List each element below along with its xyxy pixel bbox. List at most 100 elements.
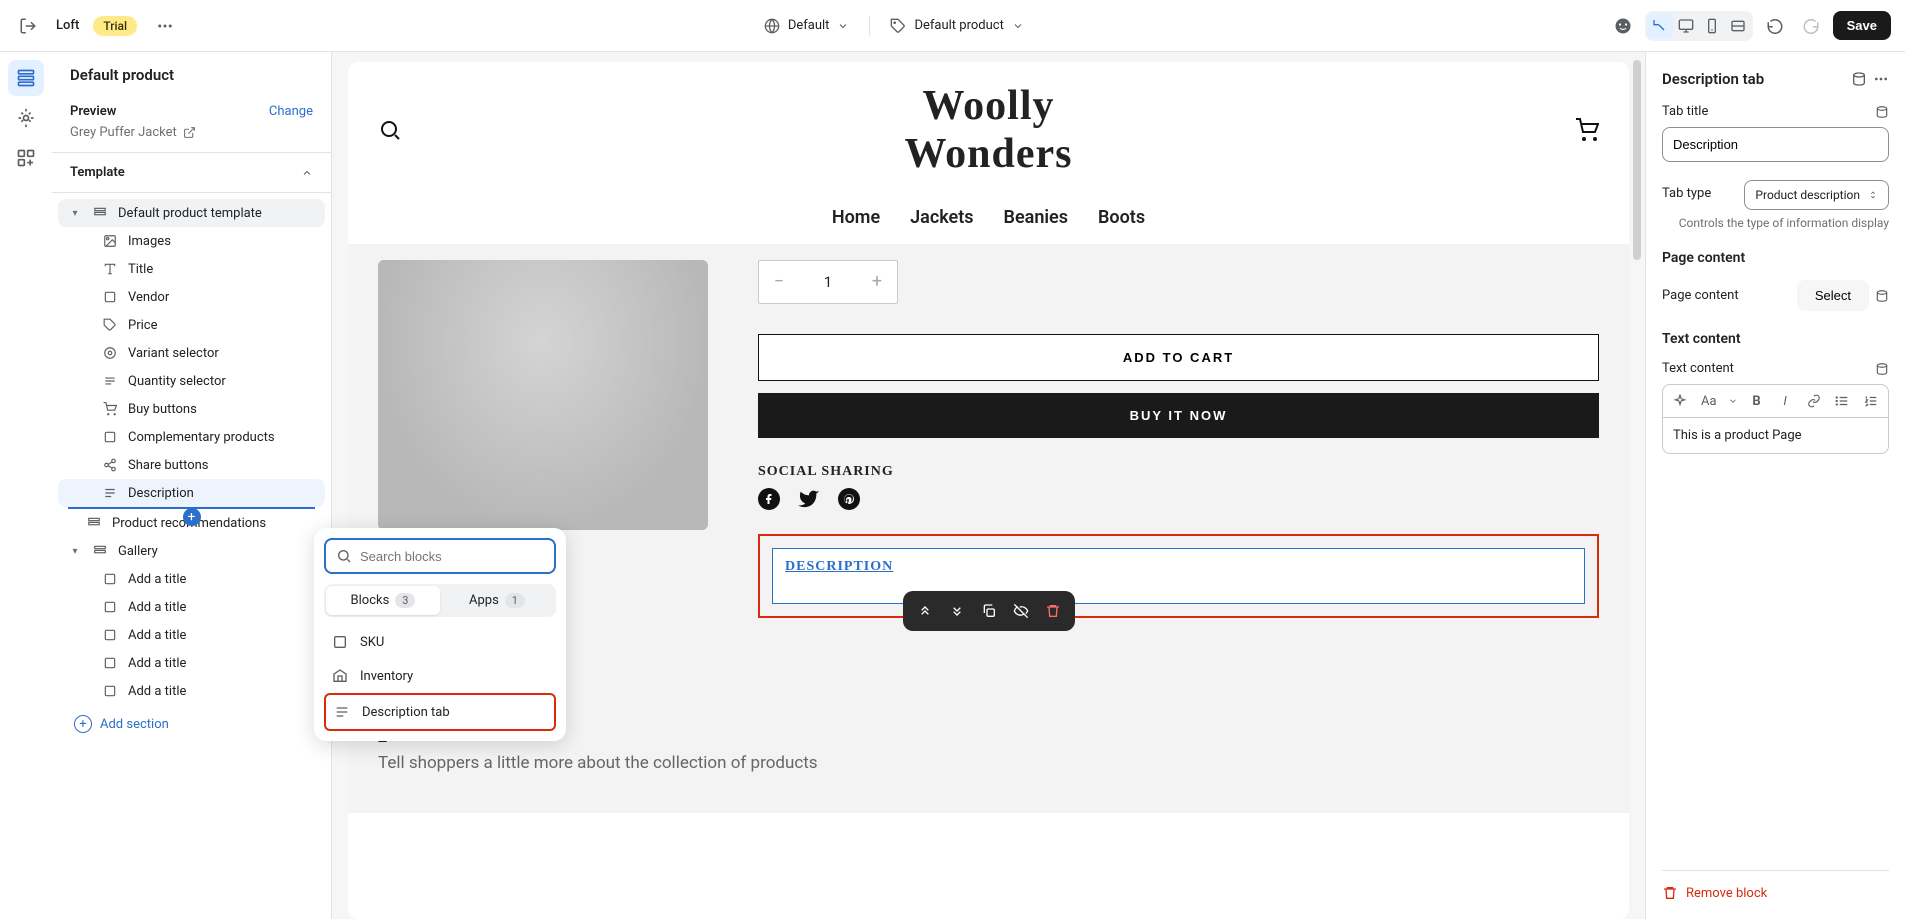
pinterest-icon[interactable] <box>838 488 860 510</box>
nav-jackets[interactable]: Jackets <box>910 207 973 228</box>
section-tree: ▾ Default product template Images Title … <box>52 193 331 919</box>
qty-plus[interactable]: + <box>857 271 897 292</box>
connect-icon[interactable] <box>1875 362 1889 376</box>
support-icon[interactable] <box>1609 12 1637 40</box>
tree-item-share[interactable]: Share buttons <box>58 451 325 479</box>
hide-icon[interactable] <box>1007 597 1035 625</box>
connect-icon[interactable] <box>1875 289 1889 303</box>
add-section-button[interactable]: + Add section <box>58 705 325 743</box>
tree-item-description[interactable]: Description <box>58 479 325 507</box>
popup-item-inventory[interactable]: Inventory <box>324 659 556 693</box>
nav-boots[interactable]: Boots <box>1098 207 1145 228</box>
tree-gallery-item[interactable]: Add a title <box>58 593 325 621</box>
more-button[interactable] <box>151 12 179 40</box>
tree-item-vendor[interactable]: Vendor <box>58 283 325 311</box>
tree-gallery-item[interactable]: Add a title <box>58 565 325 593</box>
remove-block-button[interactable]: Remove block <box>1662 885 1889 901</box>
change-preview-link[interactable]: Change <box>269 104 313 119</box>
preview-item[interactable]: Grey Puffer Jacket <box>70 125 313 140</box>
desktop-icon[interactable] <box>1673 13 1699 39</box>
right-panel: Description tab Tab title Tab type Produ… <box>1645 52 1905 919</box>
tree-item-buy[interactable]: Buy buttons <box>58 395 325 423</box>
move-down-icon[interactable] <box>943 597 971 625</box>
main-layout: Default product Preview Change Grey Puff… <box>0 52 1905 919</box>
topbar: Loft Trial Default Default product <box>0 0 1905 52</box>
tab-title-input[interactable] <box>1662 127 1889 162</box>
add-block-button[interactable]: + <box>183 508 201 526</box>
inventory-icon <box>332 668 348 684</box>
buy-icon <box>102 401 118 417</box>
tree-gallery-item[interactable]: Add a title <box>58 649 325 677</box>
connect-icon[interactable] <box>1851 71 1867 87</box>
duplicate-icon[interactable] <box>975 597 1003 625</box>
settings-tab-icon[interactable] <box>8 100 44 136</box>
rte-body[interactable]: This is a product Page <box>1662 418 1889 454</box>
buy-now-button[interactable]: BUY IT NOW <box>758 393 1599 438</box>
tree-gallery-item[interactable]: Add a title <box>58 621 325 649</box>
tree-gallery[interactable]: ▾Gallery <box>58 537 325 565</box>
cart-icon[interactable] <box>1575 118 1599 142</box>
sidebar: Default product Preview Change Grey Puff… <box>52 52 332 919</box>
tab-type-select[interactable]: Product description <box>1744 180 1889 210</box>
theme-name: Loft <box>56 18 79 33</box>
tree-item-variant[interactable]: Variant selector <box>58 339 325 367</box>
product-image <box>378 260 708 530</box>
template-header[interactable]: Template <box>52 153 331 193</box>
preview-section: Preview Change Grey Puffer Jacket <box>52 94 331 153</box>
delete-icon[interactable] <box>1039 597 1067 625</box>
qty-minus[interactable]: − <box>759 271 799 292</box>
italic-icon[interactable]: I <box>1774 389 1797 413</box>
connect-icon[interactable] <box>1875 105 1889 119</box>
tree-item-title[interactable]: Title <box>58 255 325 283</box>
description-box[interactable]: DESCRIPTION <box>772 548 1585 604</box>
select-page-button[interactable]: Select <box>1797 280 1869 311</box>
tree-item-complementary[interactable]: Complementary products <box>58 423 325 451</box>
mobile-icon[interactable] <box>1699 13 1725 39</box>
store-title: Woolly Wonders <box>904 82 1072 179</box>
number-list-icon[interactable] <box>1859 389 1882 413</box>
tab-apps[interactable]: Apps 1 <box>440 586 554 615</box>
panel-more-icon[interactable] <box>1873 71 1889 87</box>
search-icon[interactable] <box>378 118 402 142</box>
apps-tab-icon[interactable] <box>8 140 44 176</box>
product-selector[interactable]: Default product <box>890 18 1023 34</box>
search-input[interactable] <box>360 549 544 564</box>
tree-item-quantity[interactable]: Quantity selector <box>58 367 325 395</box>
twitter-icon[interactable] <box>798 488 820 510</box>
description-title: DESCRIPTION <box>785 559 893 574</box>
link-icon[interactable] <box>1802 389 1825 413</box>
nav-beanies[interactable]: Beanies <box>1004 207 1068 228</box>
share-icon <box>102 457 118 473</box>
social-label: SOCIAL SHARING <box>758 464 1599 480</box>
fullwidth-icon[interactable] <box>1725 13 1751 39</box>
nav-home[interactable]: Home <box>832 207 880 228</box>
add-to-cart-button[interactable]: ADD TO CART <box>758 334 1599 381</box>
popup-item-description-tab[interactable]: Description tab <box>324 693 556 731</box>
canvas-scrollbar[interactable] <box>1633 60 1641 260</box>
undo-button[interactable] <box>1761 12 1789 40</box>
facebook-icon[interactable] <box>758 488 780 510</box>
tree-item-price[interactable]: Price <box>58 311 325 339</box>
font-dropdown-icon[interactable] <box>1726 389 1739 413</box>
tab-type-help: Controls the type of information display <box>1662 216 1889 230</box>
tree-item-images[interactable]: Images <box>58 227 325 255</box>
popup-item-sku[interactable]: SKU <box>324 625 556 659</box>
tree-gallery-item[interactable]: Add a title <box>58 677 325 705</box>
inspector-icon[interactable] <box>1647 13 1673 39</box>
bold-icon[interactable]: B <box>1745 389 1768 413</box>
tree-product-template[interactable]: ▾ Default product template <box>58 199 325 227</box>
sections-tab-icon[interactable] <box>8 60 44 96</box>
tab-blocks[interactable]: Blocks 3 <box>326 586 440 615</box>
save-button[interactable]: Save <box>1833 11 1891 40</box>
exit-button[interactable] <box>14 12 42 40</box>
device-group <box>1645 11 1753 41</box>
bullet-list-icon[interactable] <box>1831 389 1854 413</box>
block-icon <box>102 571 118 587</box>
move-up-icon[interactable] <box>911 597 939 625</box>
font-icon[interactable]: Aa <box>1698 389 1721 413</box>
locale-selector[interactable]: Default <box>764 18 850 34</box>
quantity-box: − 1 + <box>758 260 898 304</box>
redo-button[interactable] <box>1797 12 1825 40</box>
ai-icon[interactable] <box>1669 389 1692 413</box>
quantity-icon <box>102 373 118 389</box>
